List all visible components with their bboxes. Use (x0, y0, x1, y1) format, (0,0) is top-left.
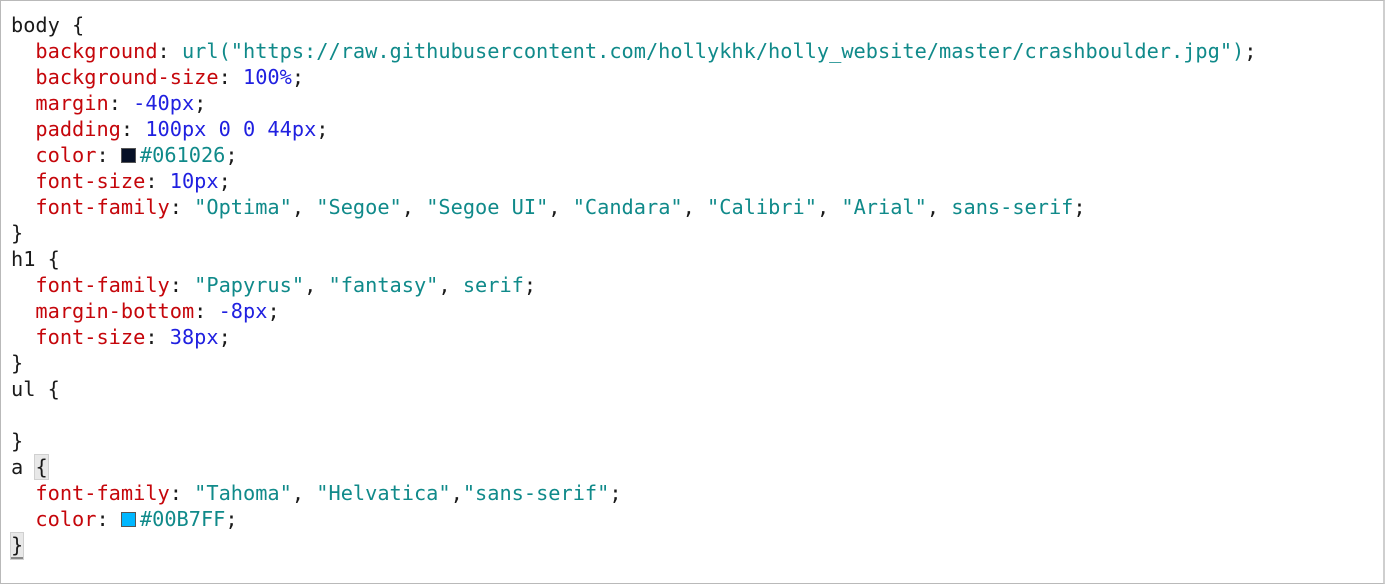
punctuation: , (926, 195, 952, 219)
declaration-line: padding: 100px 0 0 44px; (35, 117, 329, 141)
property-name: color (35, 507, 97, 531)
string-value: "fantasy" (328, 273, 439, 297)
selector-body: body (11, 13, 60, 37)
property-name: font-size (35, 325, 146, 349)
declaration-line: font-family: "Optima", "Segoe", "Segoe U… (35, 195, 1086, 219)
declaration-line: font-family: "Tahoma", "Helvatica","sans… (35, 481, 622, 505)
string-value: "sans-serif" (462, 481, 610, 505)
property-name: color (35, 143, 97, 167)
declaration-line: font-size: 10px; (35, 169, 231, 193)
selector-h1: h1 (11, 247, 36, 271)
punctuation: , (438, 273, 463, 297)
open-brace: { (35, 377, 60, 401)
property-name: margin-bottom (35, 299, 195, 323)
punctuation: , (682, 195, 708, 219)
close-brace: } (11, 351, 24, 375)
property-name: background-size (35, 65, 219, 89)
string-value: "Tahoma" (194, 481, 292, 505)
string-value: #00B7FF (139, 507, 226, 531)
punctuation: , (450, 481, 463, 505)
number-value: 10px (169, 169, 219, 193)
declaration-line: background: url("https://raw.githubuserc… (35, 39, 1257, 63)
string-value: "Helvatica" (316, 481, 451, 505)
color-swatch[interactable] (120, 512, 136, 527)
property-name: font-family (35, 481, 170, 505)
string-value: "Papyrus" (194, 273, 305, 297)
css-code-editor[interactable]: body { background: url("https://raw.gith… (0, 0, 1385, 584)
declaration-line: margin-bottom: -8px; (35, 299, 280, 323)
declaration-line: font-family: "Papyrus", "fantasy", serif… (35, 273, 537, 297)
keyword-value: ) (1232, 39, 1245, 63)
string-value: "Optima" (194, 195, 292, 219)
number-value: -8px (218, 299, 268, 323)
string-value: "Segoe" (316, 195, 402, 219)
property-name: font-size (35, 169, 146, 193)
open-brace: { (59, 13, 85, 37)
code-line-a: a { (11, 454, 1256, 480)
keyword-value: sans-serif (951, 195, 1074, 219)
code-line-h1: h1 { (11, 246, 1256, 272)
string-value: "https://raw.githubusercontent.com/holly… (230, 39, 1233, 63)
declaration-line: background-size: 100%; (35, 65, 305, 89)
code-line-1: body { (11, 12, 1256, 38)
close-brace: } (11, 429, 24, 453)
declaration-line: color: #061026; (35, 143, 238, 167)
number-value: -40px (133, 91, 195, 115)
property-name: background (35, 39, 158, 63)
property-name: padding (35, 117, 121, 141)
keyword-value: url( (181, 39, 231, 63)
keyword-value: serif (462, 273, 524, 297)
code-line-close: } (11, 350, 1256, 376)
code-line-empty (11, 402, 1256, 428)
string-value: "Candara" (572, 195, 683, 219)
punctuation: , (548, 195, 573, 219)
string-value: "Calibri" (707, 195, 817, 219)
color-swatch[interactable] (120, 148, 136, 163)
number-value: 100px 0 0 44px (145, 117, 317, 141)
code-line-ul: ul { (11, 376, 1256, 402)
punctuation: , (401, 195, 427, 219)
punctuation: , (291, 481, 317, 505)
property-name: margin (35, 91, 109, 115)
string-value: "Arial" (841, 195, 927, 219)
declaration-line: font-size: 38px; (35, 325, 231, 349)
selector-ul: ul (11, 377, 36, 401)
punctuation: , (816, 195, 842, 219)
close-brace: } (11, 221, 24, 245)
code-area[interactable]: body { background: url("https://raw.gith… (9, 12, 1257, 560)
declaration-line: margin: -40px; (35, 91, 207, 115)
matched-open-brace: { (34, 454, 49, 480)
number-value: 38px (169, 325, 219, 349)
punctuation: , (291, 195, 317, 219)
property-name: font-family (35, 273, 170, 297)
code-line-close: } (9, 532, 1256, 560)
property-name: font-family (35, 195, 170, 219)
open-brace: { (35, 247, 60, 271)
code-line-close: } (11, 220, 1256, 246)
string-value: "Segoe UI" (426, 195, 549, 219)
number-value: 100% (243, 65, 292, 89)
matched-close-brace: } (9, 532, 25, 560)
code-line-close: } (11, 428, 1256, 454)
selector-a: a (11, 455, 24, 479)
declaration-line: color: #00B7FF; (35, 507, 238, 531)
punctuation: , (304, 273, 329, 297)
string-value: #061026 (139, 143, 226, 167)
